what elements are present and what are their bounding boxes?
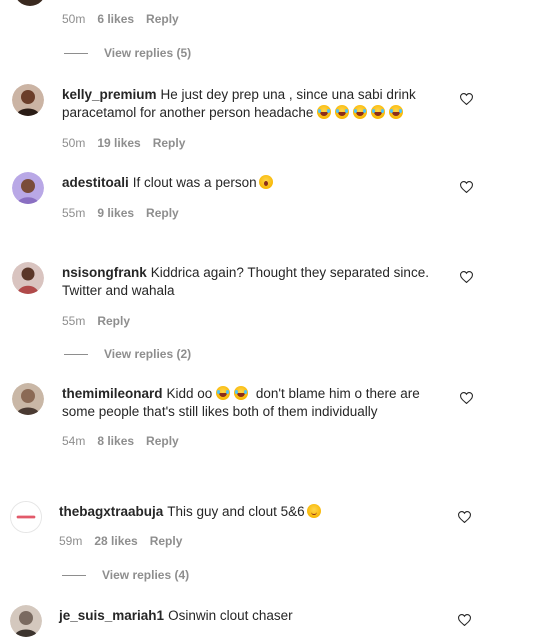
comment-meta: 50m 6 likes Reply <box>62 12 179 26</box>
avatar[interactable] <box>12 172 44 204</box>
likes-count[interactable]: 9 likes <box>97 206 134 220</box>
likes-count[interactable]: 8 likes <box>97 434 134 448</box>
comment-text: adestitoali If clout was a person <box>62 174 422 192</box>
comment-username[interactable]: je_suis_mariah1 <box>59 608 164 623</box>
comment-meta: 50m 19 likes Reply <box>62 136 185 150</box>
heart-icon[interactable] <box>460 271 473 283</box>
comment-time: 55m <box>62 314 86 328</box>
comment-time: 55m <box>62 206 86 220</box>
heart-icon[interactable] <box>460 181 473 193</box>
comment-text: thebagxtraabuja This guy and clout 5&6 <box>59 503 429 521</box>
heart-icon[interactable] <box>458 614 471 626</box>
comment-meta: 55m 9 likes Reply <box>62 206 179 220</box>
comment-body-start: Kidd oo <box>166 386 213 401</box>
avatar-image <box>12 262 44 294</box>
comment-username[interactable]: adestitoali <box>62 175 129 190</box>
avatar-image <box>10 605 42 637</box>
reply-button[interactable]: Reply <box>153 136 186 150</box>
laughing-emoji-icon <box>335 104 350 119</box>
comment-text: je_suis_mariah1 Osinwin clout chaser <box>59 607 429 625</box>
view-replies-divider <box>62 574 86 576</box>
heart-icon[interactable] <box>460 392 473 404</box>
reply-button[interactable]: Reply <box>97 314 130 328</box>
avatar-image <box>12 172 44 204</box>
view-replies-label: View replies (5) <box>104 46 192 60</box>
avatar[interactable] <box>12 383 44 415</box>
laughing-emoji-icon <box>234 386 249 400</box>
comment-meta: 59m 28 likes Reply <box>59 534 182 548</box>
avatar[interactable] <box>10 605 42 637</box>
avatar-image <box>12 84 44 116</box>
comment-time: 59m <box>59 534 83 548</box>
comment-body: If clout was a person <box>132 175 257 190</box>
smirking-emoji-icon <box>306 504 321 518</box>
view-replies-button[interactable]: View replies (5) <box>64 46 191 60</box>
comment-meta: 55m Reply <box>62 314 130 328</box>
view-replies-divider <box>64 52 88 54</box>
avatar[interactable] <box>14 0 46 6</box>
likes-count[interactable]: 19 likes <box>97 136 140 150</box>
comment-text: themimileonard Kidd oo don't blame him o … <box>62 385 434 420</box>
reply-button[interactable]: Reply <box>150 534 183 548</box>
reply-button[interactable]: Reply <box>146 12 179 26</box>
likes-count[interactable]: 28 likes <box>94 534 137 548</box>
laughing-emoji-icon <box>353 104 368 119</box>
comment-username[interactable]: nsisongfrank <box>62 265 147 280</box>
comment-time: 50m <box>62 136 86 150</box>
avatar[interactable] <box>10 501 42 533</box>
emoji-group <box>317 104 407 120</box>
view-replies-button[interactable]: View replies (2) <box>64 347 191 361</box>
laughing-emoji-icon <box>371 104 386 119</box>
avatar-image <box>12 383 44 415</box>
laughing-emoji-icon <box>216 386 231 400</box>
comment-time: 50m <box>62 12 86 26</box>
avatar[interactable] <box>12 84 44 116</box>
view-replies-divider <box>64 353 88 355</box>
view-replies-button[interactable]: View replies (4) <box>62 568 189 582</box>
laughing-emoji-icon <box>389 104 404 119</box>
comment-text: kelly_premium He just dey prep una , sinc… <box>62 86 422 121</box>
comment-username[interactable]: kelly_premium <box>62 87 157 102</box>
reply-button[interactable]: Reply <box>146 434 179 448</box>
comment-username[interactable]: thebagxtraabuja <box>59 504 163 519</box>
heart-icon[interactable] <box>458 511 471 523</box>
astonished-emoji-icon <box>258 175 273 189</box>
comment-body: This guy and clout 5&6 <box>167 504 305 519</box>
heart-icon[interactable] <box>460 93 473 105</box>
comment-time: 54m <box>62 434 86 448</box>
comment-text: nsisongfrank Kiddrica again? Thought they… <box>62 264 432 299</box>
brand-logo-icon <box>11 502 41 532</box>
view-replies-label: View replies (4) <box>102 568 190 582</box>
laughing-emoji-icon <box>317 104 332 119</box>
likes-count[interactable]: 6 likes <box>97 12 134 26</box>
comment-meta: 54m 8 likes Reply <box>62 434 179 448</box>
avatar[interactable] <box>12 262 44 294</box>
comment-username[interactable]: themimileonard <box>62 386 163 401</box>
reply-button[interactable]: Reply <box>146 206 179 220</box>
view-replies-label: View replies (2) <box>104 347 192 361</box>
comment-body: Osinwin clout chaser <box>168 608 293 623</box>
